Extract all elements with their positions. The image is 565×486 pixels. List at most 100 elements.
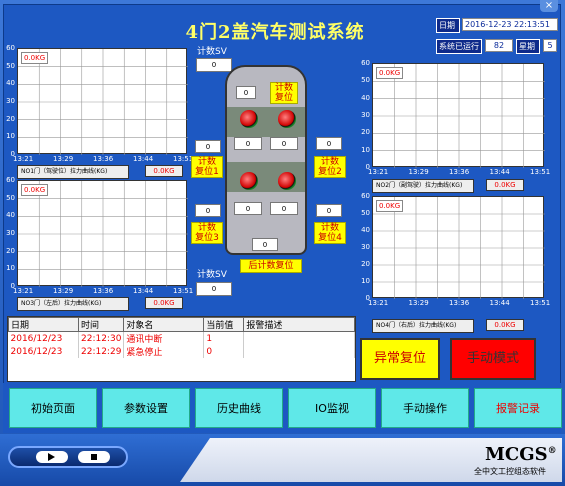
x-tick-label: 13:29 xyxy=(53,155,74,163)
alarm-cell: 0 xyxy=(203,345,245,358)
chart-current-value: 0.0KG xyxy=(486,319,524,331)
chart-grid xyxy=(18,181,188,287)
alarm-header-4: 报警描述 xyxy=(243,317,355,332)
x-tick-label: 13:29 xyxy=(53,287,74,295)
x-tick-label: 13:21 xyxy=(368,168,389,176)
run-label: 系统已运行 xyxy=(436,39,482,54)
x-tick-label: 13:21 xyxy=(368,299,389,307)
door1-led-icon xyxy=(240,110,258,128)
count-sv-value: 0 xyxy=(196,58,232,72)
play-icon xyxy=(48,453,55,461)
reset1-button[interactable]: 计数 复位1 xyxy=(191,156,223,178)
alarm-cell: 22:12:30 xyxy=(78,331,125,345)
week-label: 星期 xyxy=(516,39,540,54)
x-tick-label: 13:21 xyxy=(13,287,34,295)
alarm-cell: 紧急停止 xyxy=(123,345,205,358)
x-tick-label: 13:21 xyxy=(13,155,34,163)
nav-button-3[interactable]: IO监视 xyxy=(288,388,376,428)
alarm-cell: 1 xyxy=(203,331,245,345)
y-tick-label: 30 xyxy=(6,229,15,237)
count-sv-label: 计数SV xyxy=(197,47,227,57)
y-tick-label: 20 xyxy=(361,260,370,268)
y-tick-label: 50 xyxy=(361,76,370,85)
y-tick-label: 30 xyxy=(361,111,370,119)
y-tick-label: 20 xyxy=(6,114,15,123)
stop-button[interactable] xyxy=(78,451,110,463)
reset3-button[interactable]: 计数 复位3 xyxy=(191,222,223,244)
count-sv2-value: 0 xyxy=(196,282,232,296)
x-tick-label: 13:44 xyxy=(489,168,510,176)
alarm-header-1: 时间 xyxy=(77,317,125,332)
run-value: 82 xyxy=(485,39,513,52)
alarm-row[interactable]: 2016/12/23 22:12:30 通讯中断 1 xyxy=(8,331,355,345)
chart-value-badge: 0.0KG xyxy=(21,184,49,196)
nav-button-2[interactable]: 历史曲线 xyxy=(195,388,283,428)
chart-caption: NO3门（左后）拉力曲线(KG) xyxy=(17,297,129,311)
abnormal-reset-button[interactable]: 异常复位 xyxy=(360,338,440,380)
play-button[interactable] xyxy=(36,451,68,463)
alarm-header-2: 对象名 xyxy=(123,317,205,332)
right-front-value: 0 xyxy=(316,137,342,150)
stop-icon xyxy=(91,454,97,460)
alarm-cell: 通讯中断 xyxy=(123,331,205,345)
x-tick-label: 13:29 xyxy=(408,299,429,307)
nav-button-4[interactable]: 手动操作 xyxy=(381,388,469,428)
y-tick-label: 10 xyxy=(6,132,15,141)
alarm-row[interactable]: 2016/12/23 22:12:29 紧急停止 0 xyxy=(8,345,355,358)
chart-no4: 0.0KG xyxy=(372,196,545,299)
week-value: 5 xyxy=(543,39,557,52)
rear-right-inner-value: 0 xyxy=(270,202,298,215)
alarm-cell: 2016/12/23 xyxy=(8,345,79,358)
x-tick-label: 13:36 xyxy=(93,287,114,295)
chart-value-badge: 0.0KG xyxy=(376,200,404,212)
door4-led-icon xyxy=(278,172,296,190)
door2-led-icon xyxy=(278,110,296,128)
y-tick-label: 20 xyxy=(361,128,370,137)
reset2-button[interactable]: 计数 复位2 xyxy=(314,156,346,178)
manual-mode-button[interactable]: 手动模式 xyxy=(450,338,536,380)
x-tick-label: 13:44 xyxy=(489,299,510,307)
door3-led-icon xyxy=(240,172,258,190)
y-tick-label: 40 xyxy=(6,79,15,88)
nav-button-5[interactable]: 报警记录 xyxy=(474,388,562,428)
rear-count-value: 0 xyxy=(252,238,278,251)
alarm-table: 日期 时间 对象名 当前值 报警描述 2016/12/23 22:12:30 通讯中断 1 20… xyxy=(7,316,356,382)
chart-caption: NO4门（右后）拉力曲线(KG) xyxy=(372,319,474,333)
chart-current-value: 0.0KG xyxy=(486,179,524,191)
chart-caption: NO1门（驾驶位）拉力曲线(KG) xyxy=(17,165,129,179)
y-tick-label: 60 xyxy=(6,176,15,184)
y-tick-label: 20 xyxy=(6,246,15,255)
x-tick-label: 13:36 xyxy=(449,168,470,176)
y-tick-label: 10 xyxy=(361,277,370,285)
x-tick-label: 13:29 xyxy=(408,168,429,176)
alarm-cell xyxy=(243,331,355,345)
chart-no2: 0.0KG xyxy=(372,63,545,168)
nav-button-1[interactable]: 参数设置 xyxy=(102,388,190,428)
datetime-value: 2016-12-23 22:13:51 xyxy=(462,18,558,31)
y-tick-label: 60 xyxy=(6,44,15,52)
back-reset-button[interactable]: 后计数复位 xyxy=(240,259,302,273)
chart-no1: 0.0KG xyxy=(17,48,188,155)
top-reset-button[interactable]: 计数 复位 xyxy=(270,82,298,104)
y-tick-label: 40 xyxy=(6,211,15,220)
x-tick-label: 13:51 xyxy=(530,299,551,307)
alarm-cell: 2016/12/23 xyxy=(8,331,79,345)
reset4-button[interactable]: 计数 复位4 xyxy=(314,222,346,244)
y-tick-label: 60 xyxy=(361,192,370,200)
alarm-header-3: 当前值 xyxy=(203,317,245,332)
chart-value-badge: 0.0KG xyxy=(21,52,49,64)
y-tick-label: 40 xyxy=(361,226,370,234)
chart-current-value: 0.0KG xyxy=(145,297,183,309)
rear-left-inner-value: 0 xyxy=(234,202,262,215)
media-player-control[interactable] xyxy=(8,446,128,468)
x-tick-label: 13:36 xyxy=(449,299,470,307)
close-button[interactable]: × xyxy=(540,0,558,12)
left-front-value: 0 xyxy=(195,140,221,153)
chart-no3: 0.0KG xyxy=(17,180,188,287)
alarm-cell xyxy=(243,345,355,358)
nav-button-0[interactable]: 初始页面 xyxy=(9,388,97,428)
chart-grid xyxy=(18,49,188,155)
y-tick-label: 10 xyxy=(6,264,15,273)
y-tick-label: 30 xyxy=(361,243,370,251)
chart-value-badge: 0.0KG xyxy=(376,67,404,79)
